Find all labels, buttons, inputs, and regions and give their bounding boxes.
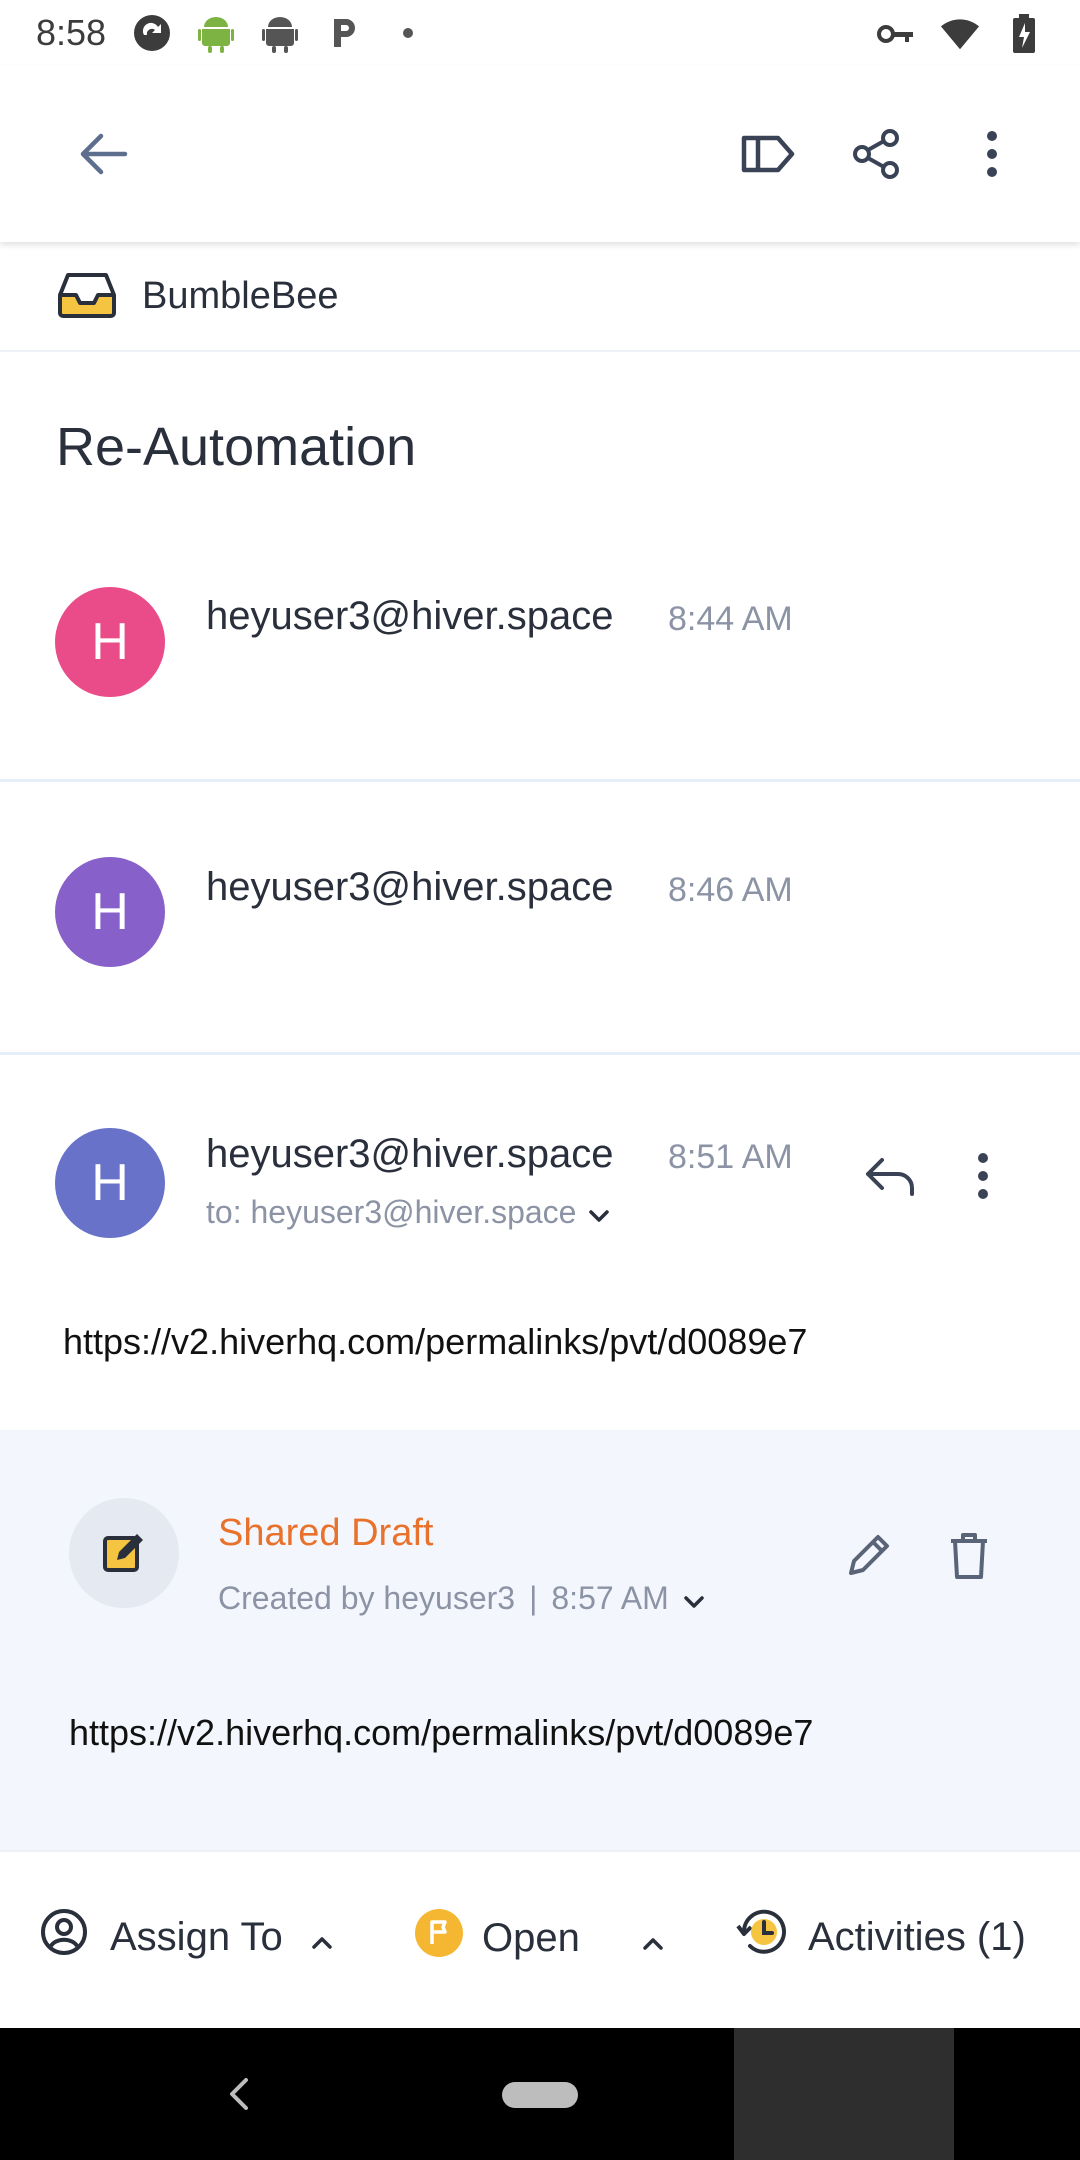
message-time: 8:51 AM [668, 1138, 793, 1176]
chevron-down-icon [588, 1194, 610, 1231]
inbox-name: BumbleBee [142, 274, 339, 317]
dot-icon [388, 13, 428, 53]
delete-trash-icon[interactable] [944, 1528, 994, 1584]
status-bar: 8:58 [0, 0, 1080, 66]
assign-to-label: Assign To [110, 1914, 283, 1959]
draft-creator: Created by heyuser3 [218, 1580, 516, 1616]
avatar: H [55, 1128, 165, 1238]
status-system-icons [876, 14, 1044, 54]
recipients-toggle[interactable]: to: heyuser3@hiver.space [206, 1194, 610, 1231]
message-item[interactable]: H heyuser3@hiver.space 8:44 AM [0, 512, 1080, 782]
sync-icon [132, 13, 172, 53]
conversation-subject: Re-Automation [56, 417, 417, 477]
draft-separator: | [529, 1580, 538, 1616]
chevron-up-icon [311, 1915, 333, 1960]
inbox-row[interactable]: BumbleBee [0, 242, 1080, 352]
status-label: Open [482, 1915, 580, 1960]
history-clock-icon [736, 1908, 788, 1966]
avatar: H [55, 857, 165, 967]
bottom-action-bar: Assign To Open Activities (1) [0, 1850, 1080, 2028]
message-time: 8:46 AM [668, 871, 793, 909]
user-circle-icon [40, 1908, 88, 1966]
wifi-icon [940, 14, 980, 54]
reply-icon[interactable] [862, 1148, 918, 1204]
more-vert-icon[interactable] [954, 116, 1030, 192]
back-arrow-icon[interactable] [66, 116, 142, 192]
android-icon [260, 13, 300, 53]
draft-time: 8:57 AM [551, 1580, 669, 1616]
system-nav-bar [0, 2028, 1080, 2160]
nav-back-icon[interactable] [220, 2072, 260, 2116]
edit-pencil-icon[interactable] [842, 1530, 894, 1582]
share-icon[interactable] [838, 116, 914, 192]
label-icon[interactable] [730, 116, 806, 192]
message-item[interactable]: H heyuser3@hiver.space 8:46 AM [0, 785, 1080, 1055]
battery-charging-icon [1004, 14, 1044, 54]
message-body-link[interactable]: https://v2.hiverhq.com/permalinks/pvt/d0… [63, 1321, 807, 1363]
nav-home-pill[interactable] [502, 2082, 578, 2108]
chevron-up-icon [642, 1916, 664, 1961]
top-app-bar [0, 66, 1080, 242]
activities-button[interactable]: Activities (1) [736, 1908, 1026, 1966]
status-time: 8:58 [36, 12, 107, 53]
recipient-text: to: heyuser3@hiver.space [206, 1194, 577, 1230]
shared-draft: Shared Draft Created by heyuser3 | 8:57 … [0, 1430, 1080, 1850]
message-sender: heyuser3@hiver.space [206, 1132, 614, 1176]
status-notification-icons [132, 13, 428, 53]
draft-body-link[interactable]: https://v2.hiverhq.com/permalinks/pvt/d0… [69, 1712, 813, 1754]
android-icon [196, 13, 236, 53]
activities-label: Activities (1) [808, 1914, 1026, 1959]
message-sender: heyuser3@hiver.space [206, 594, 614, 638]
assign-to-button[interactable]: Assign To [40, 1908, 333, 1966]
draft-edit-icon [69, 1498, 179, 1608]
vpn-key-icon [876, 14, 916, 54]
inbox-tray-icon [56, 269, 118, 324]
draft-title: Shared Draft [218, 1512, 434, 1554]
draft-meta-toggle[interactable]: Created by heyuser3 | 8:57 AM [218, 1580, 705, 1617]
message-sender: heyuser3@hiver.space [206, 865, 614, 909]
avatar: H [55, 587, 165, 697]
message-more-icon[interactable] [968, 1148, 998, 1204]
message-time: 8:44 AM [668, 600, 793, 638]
flag-icon [414, 1908, 464, 1968]
status-button[interactable]: Open [414, 1908, 664, 1968]
p-icon [324, 13, 364, 53]
recent-apps-area[interactable] [734, 2028, 954, 2160]
message-expanded: H heyuser3@hiver.space 8:51 AM to: heyus… [0, 1058, 1080, 1430]
chevron-down-icon [683, 1580, 705, 1617]
